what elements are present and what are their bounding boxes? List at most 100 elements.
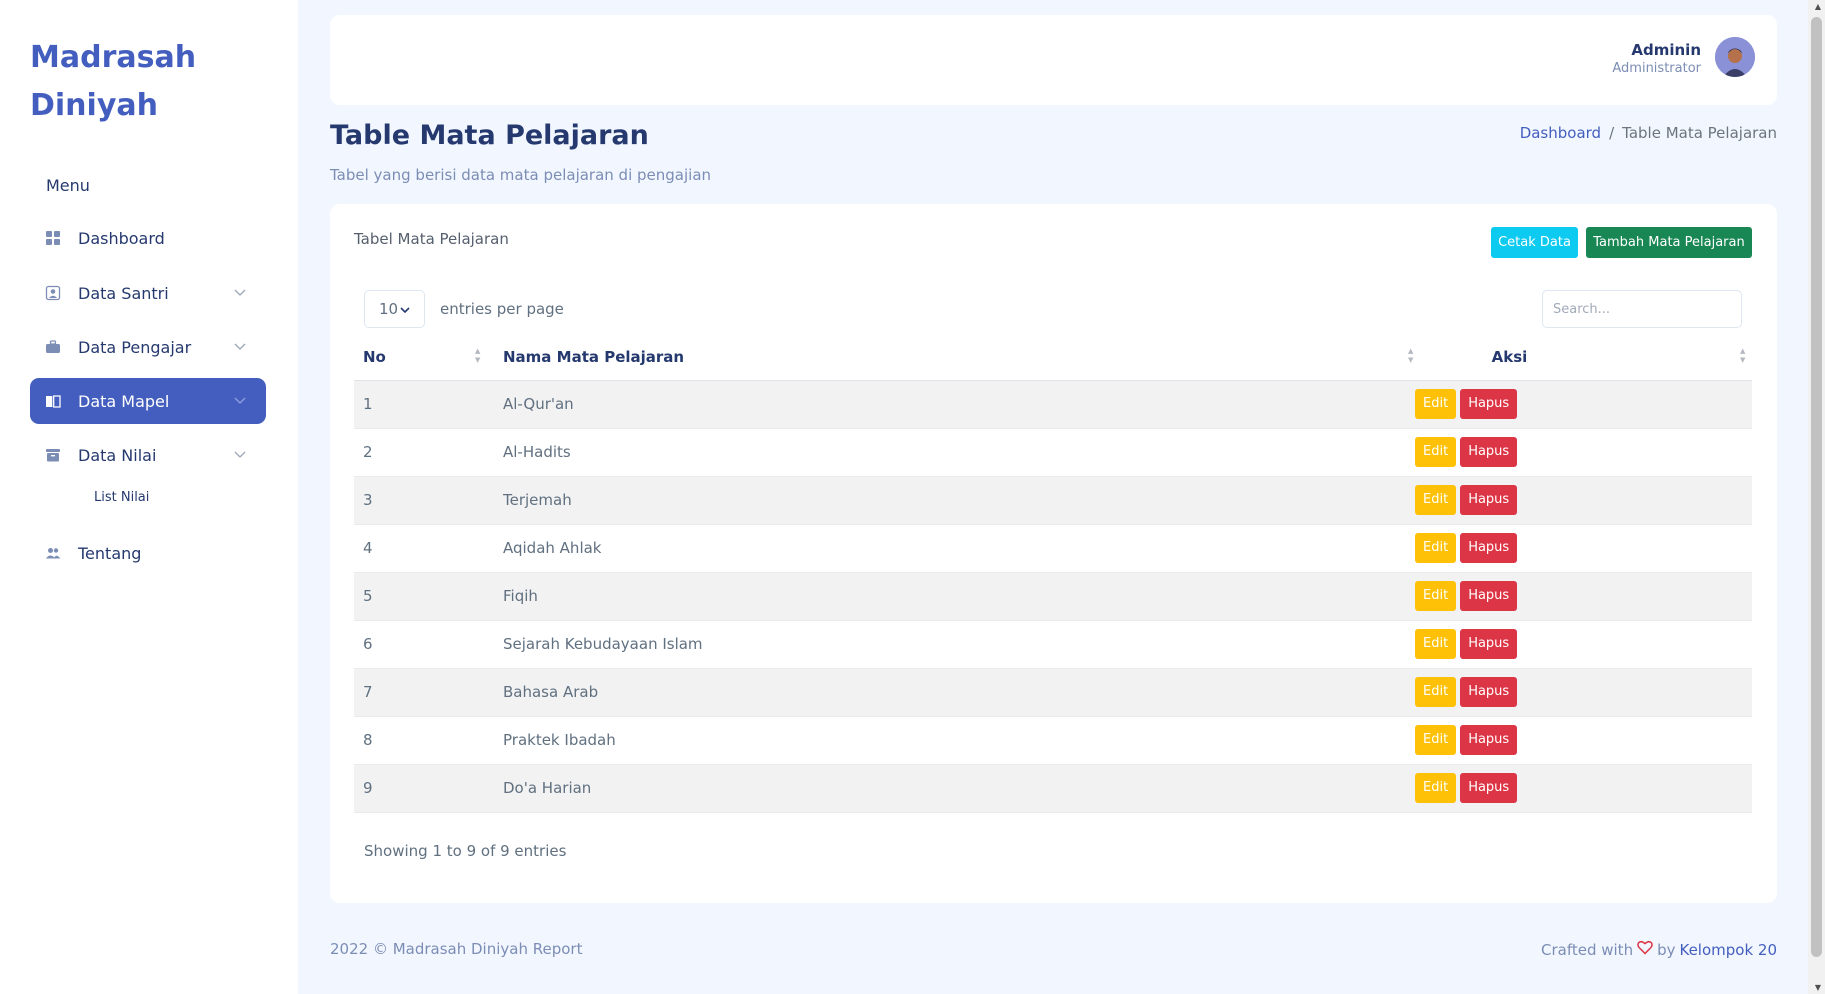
column-header-label: Aksi [1491, 348, 1528, 367]
brand-logo-text[interactable]: Madrasah Diniyah [30, 34, 270, 130]
card-title: Tabel Mata Pelajaran [354, 230, 509, 248]
sidebar-item-tentang[interactable]: Tentang [30, 530, 266, 576]
archive-icon [44, 446, 62, 464]
subject-table: No ▲ ▼ Nama Mata Pelajaran ▲ ▼ Aksi ▲ ▼ 1 A… [354, 335, 1752, 813]
footer-by-text: by [1657, 940, 1676, 959]
breadcrumb: Dashboard / Table Mata Pelajaran [1520, 124, 1777, 142]
page-title: Table Mata Pelajaran [330, 120, 649, 151]
delete-button[interactable]: Hapus [1460, 773, 1518, 803]
delete-button[interactable]: Hapus [1460, 677, 1518, 707]
edit-button[interactable]: Edit [1415, 485, 1457, 515]
sidebar-item-data-santri[interactable]: Data Santri [30, 270, 266, 316]
edit-button[interactable]: Edit [1415, 629, 1457, 659]
column-header-label: No [363, 348, 386, 367]
subject-name: Al-Hadits [494, 428, 1267, 477]
table-row: 1 Al-Qur'an Edit Hapus [354, 380, 1752, 429]
breadcrumb-home-link[interactable]: Dashboard [1520, 124, 1601, 142]
row-actions: Edit Hapus [1267, 764, 1752, 813]
entries-per-page-select[interactable]: 10 [364, 290, 425, 328]
user-name[interactable]: Adminin [1631, 41, 1701, 59]
print-data-button[interactable]: Cetak Data [1491, 227, 1578, 258]
sidebar-item-label: Data Santri [78, 283, 169, 303]
add-subject-button[interactable]: Tambah Mata Pelajaran [1586, 227, 1752, 258]
scroll-down-icon[interactable]: ▼ [1815, 983, 1821, 992]
row-actions: Edit Hapus [1267, 428, 1752, 477]
scrollbar-thumb[interactable] [1811, 17, 1822, 957]
subject-name: Bahasa Arab [494, 668, 1267, 717]
row-number: 2 [354, 428, 494, 477]
subject-name: Terjemah [494, 476, 1267, 525]
edit-button[interactable]: Edit [1415, 389, 1457, 419]
sidebar-menu-title: Menu [46, 176, 90, 195]
column-header-name[interactable]: Nama Mata Pelajaran ▲ ▼ [494, 335, 1413, 381]
edit-button[interactable]: Edit [1415, 533, 1457, 563]
footer-copyright: 2022 © Madrasah Diniyah Report [330, 940, 583, 958]
grid-icon [44, 229, 62, 247]
sidebar-item-dashboard[interactable]: Dashboard [30, 215, 266, 261]
table-row: 2 Al-Hadits Edit Hapus [354, 428, 1752, 477]
row-actions: Edit Hapus [1267, 716, 1752, 765]
sort-icon: ▲ ▼ [1740, 347, 1746, 364]
row-actions: Edit Hapus [1267, 620, 1752, 669]
breadcrumb-separator: / [1609, 124, 1615, 142]
table-row: 6 Sejarah Kebudayaan Islam Edit Hapus [354, 620, 1752, 669]
subject-name: Aqidah Ahlak [494, 524, 1267, 573]
sidebar-item-label: Data Pengajar [78, 337, 192, 357]
scroll-up-icon[interactable]: ▲ [1815, 2, 1821, 11]
row-number: 8 [354, 716, 494, 765]
delete-button[interactable]: Hapus [1460, 389, 1518, 419]
sidebar-item-label: Tentang [78, 543, 142, 563]
row-number: 9 [354, 764, 494, 813]
subject-name: Praktek Ibadah [494, 716, 1267, 765]
sidebar-item-data-nilai[interactable]: Data Nilai [30, 432, 266, 478]
edit-button[interactable]: Edit [1415, 581, 1457, 611]
footer-team-link[interactable]: Kelompok 20 [1679, 941, 1777, 959]
sidebar-item-data-pengajar[interactable]: Data Pengajar [30, 324, 266, 370]
row-actions: Edit Hapus [1267, 380, 1752, 429]
column-header-aksi[interactable]: Aksi ▲ ▼ [1267, 335, 1752, 381]
entries-per-page-value: 10 [378, 300, 399, 318]
subject-name: Sejarah Kebudayaan Islam [494, 620, 1267, 669]
breadcrumb-current: Table Mata Pelajaran [1622, 124, 1777, 142]
page-subtitle: Tabel yang berisi data mata pelajaran di… [330, 166, 712, 184]
sort-icon: ▲ ▼ [475, 347, 481, 364]
heart-icon [1637, 940, 1653, 959]
row-number: 3 [354, 476, 494, 525]
table-row: 9 Do'a Harian Edit Hapus [354, 764, 1752, 813]
row-number: 7 [354, 668, 494, 717]
delete-button[interactable]: Hapus [1460, 725, 1518, 755]
row-actions: Edit Hapus [1267, 524, 1752, 573]
sidebar: Madrasah Diniyah Menu Dashboard Data San… [0, 0, 298, 994]
table-row: 8 Praktek Ibadah Edit Hapus [354, 716, 1752, 765]
search-input[interactable] [1542, 290, 1742, 328]
delete-button[interactable]: Hapus [1460, 485, 1518, 515]
delete-button[interactable]: Hapus [1460, 581, 1518, 611]
row-actions: Edit Hapus [1267, 476, 1752, 525]
footer-crafted-text: Crafted with [1541, 940, 1634, 959]
book-icon [44, 392, 62, 410]
row-number: 1 [354, 380, 494, 429]
edit-button[interactable]: Edit [1415, 677, 1457, 707]
avatar[interactable] [1715, 37, 1755, 77]
edit-button[interactable]: Edit [1415, 773, 1457, 803]
person-badge-icon [44, 284, 62, 302]
column-header-no[interactable]: No ▲ ▼ [354, 335, 494, 381]
delete-button[interactable]: Hapus [1460, 437, 1518, 467]
briefcase-icon [44, 338, 62, 356]
table-header-row: No ▲ ▼ Nama Mata Pelajaran ▲ ▼ Aksi ▲ ▼ [354, 335, 1752, 381]
sidebar-item-label: Data Nilai [78, 445, 157, 465]
delete-button[interactable]: Hapus [1460, 629, 1518, 659]
edit-button[interactable]: Edit [1415, 725, 1457, 755]
user-role: Administrator [1612, 61, 1701, 76]
edit-button[interactable]: Edit [1415, 437, 1457, 467]
column-header-label: Nama Mata Pelajaran [503, 348, 685, 367]
delete-button[interactable]: Hapus [1460, 533, 1518, 563]
sidebar-subitem-list-nilai[interactable]: List Nilai [94, 490, 149, 505]
sidebar-item-label: Data Mapel [78, 391, 170, 411]
chevron-down-icon [228, 451, 252, 459]
table-info-text: Showing 1 to 9 of 9 entries [364, 842, 567, 860]
sidebar-item-data-mapel[interactable]: Data Mapel [30, 378, 266, 424]
vertical-scrollbar[interactable]: ▲ ▼ [1808, 0, 1825, 994]
subject-name: Al-Qur'an [494, 380, 1267, 429]
chevron-down-icon [228, 397, 252, 405]
